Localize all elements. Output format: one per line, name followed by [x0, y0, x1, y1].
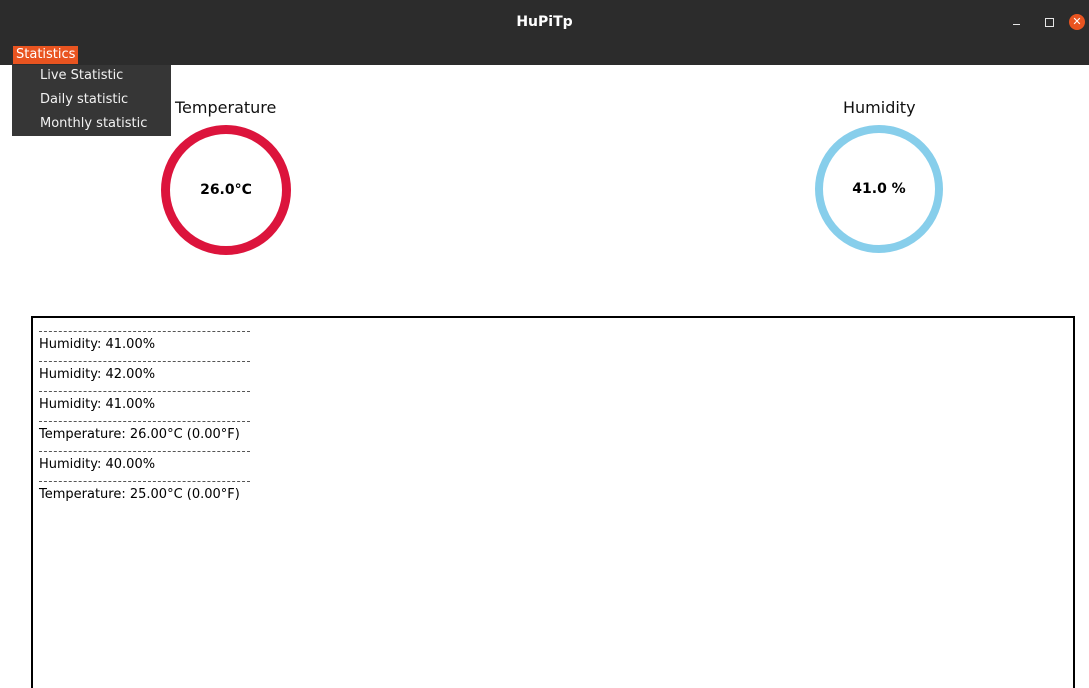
log-list: Humidity: 41.00% Humidity: 42.00% Humidi… [39, 328, 339, 508]
log-entry: Temperature: 25.00°C (0.00°F) [39, 487, 240, 502]
statistics-dropdown: Live Statistic Daily statistic Monthly s… [12, 65, 171, 136]
minimize-icon[interactable] [1009, 14, 1025, 30]
close-icon[interactable]: ✕ [1069, 14, 1085, 30]
log-entry: Humidity: 42.00% [39, 367, 156, 382]
temperature-gauge: 26.0°C [161, 125, 291, 255]
menu-item-monthly-statistic[interactable]: Monthly statistic [40, 116, 147, 131]
menu-bar: Statistics [0, 44, 1089, 65]
log-entry: Humidity: 40.00% [39, 457, 156, 472]
humidity-value: 41.0 % [852, 181, 906, 197]
title-bar: HuPiTp ✕ [0, 0, 1089, 44]
log-entry: Temperature: 26.00°C (0.00°F) [39, 427, 240, 442]
menu-item-daily-statistic[interactable]: Daily statistic [40, 92, 128, 107]
humidity-label: Humidity [843, 98, 916, 117]
log-entry: Humidity: 41.00% [39, 397, 156, 412]
window-title: HuPiTp [516, 14, 573, 30]
log-entry: Humidity: 41.00% [39, 337, 156, 352]
temperature-label: Temperature [175, 98, 277, 117]
humidity-gauge: 41.0 % [815, 125, 943, 253]
menu-item-live-statistic[interactable]: Live Statistic [40, 68, 123, 83]
log-panel[interactable]: Humidity: 41.00% Humidity: 42.00% Humidi… [31, 316, 1075, 688]
temperature-value: 26.0°C [200, 182, 252, 198]
maximize-icon[interactable] [1041, 14, 1057, 30]
menu-statistics[interactable]: Statistics [13, 46, 79, 64]
